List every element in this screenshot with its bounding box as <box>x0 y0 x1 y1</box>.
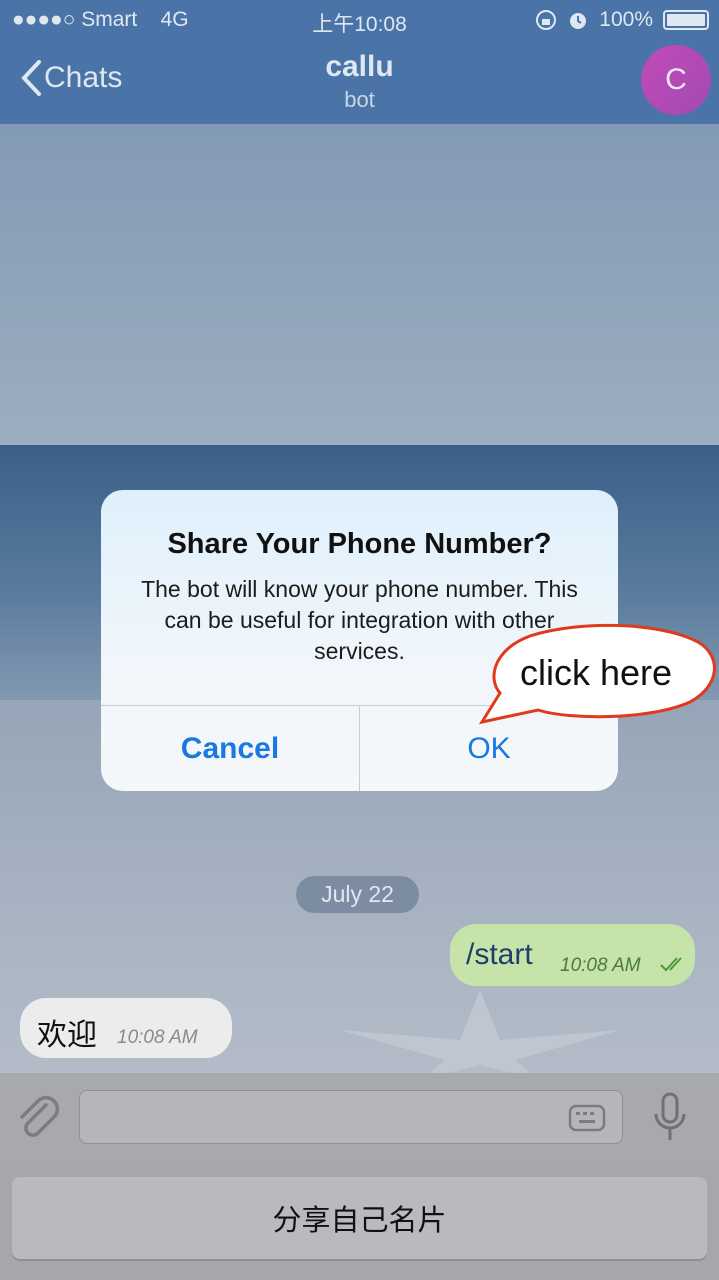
microphone-icon[interactable] <box>652 1092 688 1144</box>
message-input-bar <box>0 1073 719 1161</box>
cancel-button[interactable]: Cancel <box>101 706 359 791</box>
date-separator: July 22 <box>296 876 419 913</box>
double-check-icon <box>660 957 682 972</box>
rotation-lock-icon <box>536 10 557 30</box>
bot-keyboard: 分享自己名片 <box>0 1161 719 1280</box>
chat-subtitle: bot <box>344 87 375 112</box>
message-time: 10:08 AM <box>560 955 641 976</box>
alarm-icon <box>570 13 587 29</box>
nav-bar: Chats callu bot C <box>0 40 719 124</box>
avatar[interactable]: C <box>641 45 711 115</box>
message-text: /start <box>466 938 533 971</box>
message-text: 欢迎 <box>37 1019 97 1052</box>
alert-title: Share Your Phone Number? <box>167 528 552 560</box>
chat-title: callu <box>325 50 394 83</box>
callout-text: click here <box>520 652 673 693</box>
share-contact-button[interactable]: 分享自己名片 <box>12 1177 707 1259</box>
message-time: 10:08 AM <box>117 1027 198 1048</box>
status-right: 100% <box>535 8 709 32</box>
avatar-letter: C <box>665 63 687 96</box>
status-bar: ●●●●○ Smart 4G 上午10:08 100% <box>0 0 719 40</box>
battery-icon <box>663 10 709 30</box>
battery-percent: 100% <box>599 8 653 31</box>
message-bubble-outgoing[interactable]: /start 10:08 AM <box>450 924 695 986</box>
message-input[interactable] <box>79 1090 623 1144</box>
paperclip-icon[interactable] <box>14 1091 60 1141</box>
message-bubble-incoming[interactable]: 欢迎 10:08 AM <box>20 998 232 1058</box>
keyboard-icon[interactable] <box>568 1103 606 1133</box>
